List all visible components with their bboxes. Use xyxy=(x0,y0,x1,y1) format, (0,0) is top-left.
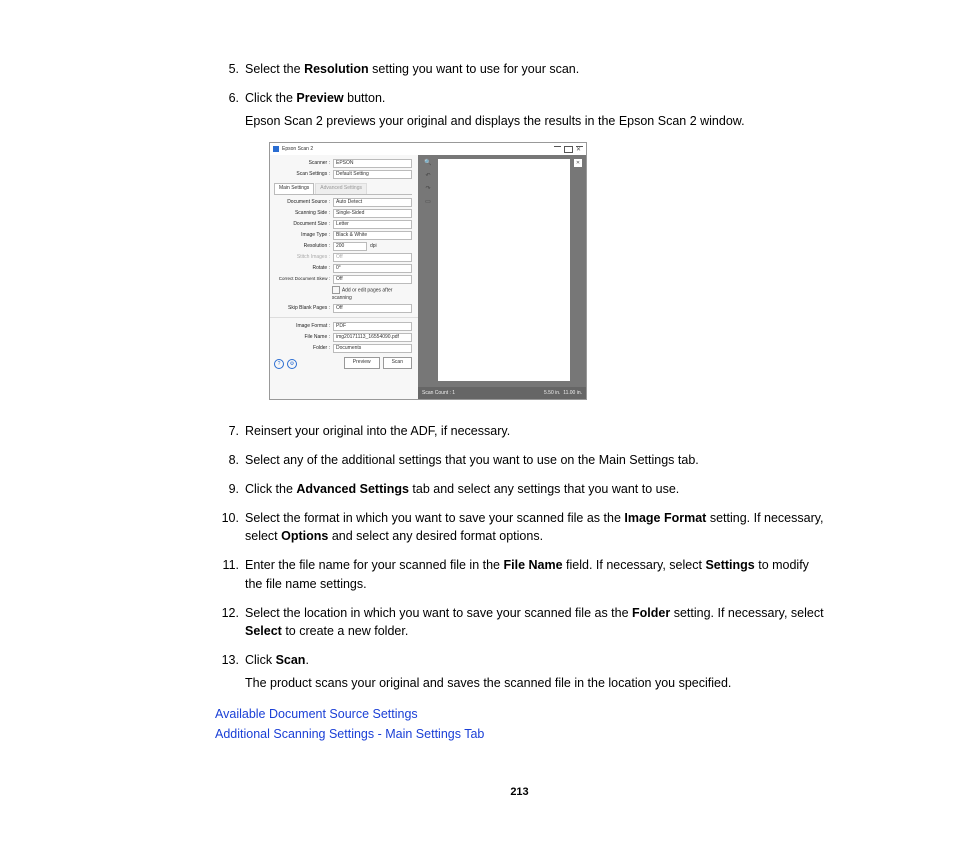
rotate-select[interactable]: 0° xyxy=(333,264,412,273)
step-text: Select the location in which you want to… xyxy=(245,604,824,642)
image-format-select[interactable]: PDF xyxy=(333,322,412,331)
help-icon[interactable]: ? xyxy=(274,359,284,369)
step-text: Click the Advanced Settings tab and sele… xyxy=(245,480,824,499)
step-text: Select the Resolution setting you want t… xyxy=(245,60,824,79)
rotate-left-icon[interactable]: ↶ xyxy=(425,172,430,181)
window-title: Epson Scan 2 xyxy=(282,146,313,154)
step-text: Select any of the additional settings th… xyxy=(245,451,824,470)
document-source-select[interactable]: Auto Detect xyxy=(333,198,412,207)
epson-scan-window: Epson Scan 2 ✕ Scanner :EPSON Scan Setti… xyxy=(269,142,587,400)
scanning-side-select[interactable]: Single-Sided xyxy=(333,209,412,218)
step-text: Click the Preview button. xyxy=(245,89,824,108)
marquee-icon[interactable]: ▭ xyxy=(425,198,431,207)
step-number: 9. xyxy=(215,480,245,503)
scanner-select[interactable]: EPSON xyxy=(333,159,412,168)
step-number: 5. xyxy=(215,60,245,83)
step-number: 6. xyxy=(215,89,245,417)
add-edit-checkbox[interactable]: Add or edit pages after scanning xyxy=(332,286,412,302)
preview-page xyxy=(438,159,570,381)
step-number: 12. xyxy=(215,604,245,646)
step-text: Select the format in which you want to s… xyxy=(245,509,824,547)
preview-close-icon[interactable]: ✕ xyxy=(574,159,582,167)
settings-panel: Scanner :EPSON Scan Settings :Default Se… xyxy=(270,155,418,399)
settings-tabs: Main Settings Advanced Settings xyxy=(274,183,412,195)
scan-settings-select[interactable]: Default Setting xyxy=(333,170,412,179)
page-number: 213 xyxy=(215,784,824,801)
tab-advanced-settings[interactable]: Advanced Settings xyxy=(315,183,367,194)
preview-pane: 🔍 ↶ ↷ ▭ ✕ Scan Count : 1 5.50 in. 11.00 … xyxy=(418,155,586,399)
maximize-icon[interactable] xyxy=(564,146,573,153)
zoom-icon[interactable]: 🔍 xyxy=(424,159,431,168)
rotate-right-icon[interactable]: ↷ xyxy=(425,185,430,194)
image-type-select[interactable]: Black & White xyxy=(333,231,412,240)
close-icon[interactable]: ✕ xyxy=(576,146,583,147)
window-controls: ✕ xyxy=(554,146,583,153)
step-number: 10. xyxy=(215,509,245,551)
minimize-icon[interactable] xyxy=(554,146,561,147)
step-text: Enter the file name for your scanned fil… xyxy=(245,556,824,594)
step-subtext: The product scans your original and save… xyxy=(245,674,824,693)
link-additional-settings[interactable]: Additional Scanning Settings - Main Sett… xyxy=(215,725,824,744)
step-number: 13. xyxy=(215,651,245,697)
link-doc-source-settings[interactable]: Available Document Source Settings xyxy=(215,705,824,724)
help-settings-icons: ? ⚙ xyxy=(274,359,297,369)
gear-icon[interactable]: ⚙ xyxy=(287,359,297,369)
skew-select[interactable]: Off xyxy=(333,275,412,284)
step-number: 11. xyxy=(215,556,245,598)
step-subtext: Epson Scan 2 previews your original and … xyxy=(245,112,824,131)
step-number: 8. xyxy=(215,451,245,474)
scan-button[interactable]: Scan xyxy=(383,357,412,369)
skip-blank-select[interactable]: Off xyxy=(333,304,412,313)
folder-select[interactable]: Documents xyxy=(333,344,412,353)
related-links: Available Document Source Settings Addit… xyxy=(215,705,824,745)
document-size-select[interactable]: Letter xyxy=(333,220,412,229)
resolution-select[interactable]: 200 xyxy=(333,242,367,251)
preview-button[interactable]: Preview xyxy=(344,357,380,369)
tab-main-settings[interactable]: Main Settings xyxy=(274,183,314,194)
step-text: Reinsert your original into the ADF, if … xyxy=(245,422,824,441)
preview-status-bar: Scan Count : 1 5.50 in. 11.00 in. xyxy=(418,387,586,399)
stitch-select: Off xyxy=(333,253,412,262)
step-text: Click Scan. xyxy=(245,651,824,670)
app-icon xyxy=(273,146,279,152)
filename-field[interactable]: img20171113_16554090.pdf xyxy=(333,333,412,342)
instruction-list: 5. Select the Resolution setting you wan… xyxy=(215,60,824,697)
step-number: 7. xyxy=(215,422,245,445)
